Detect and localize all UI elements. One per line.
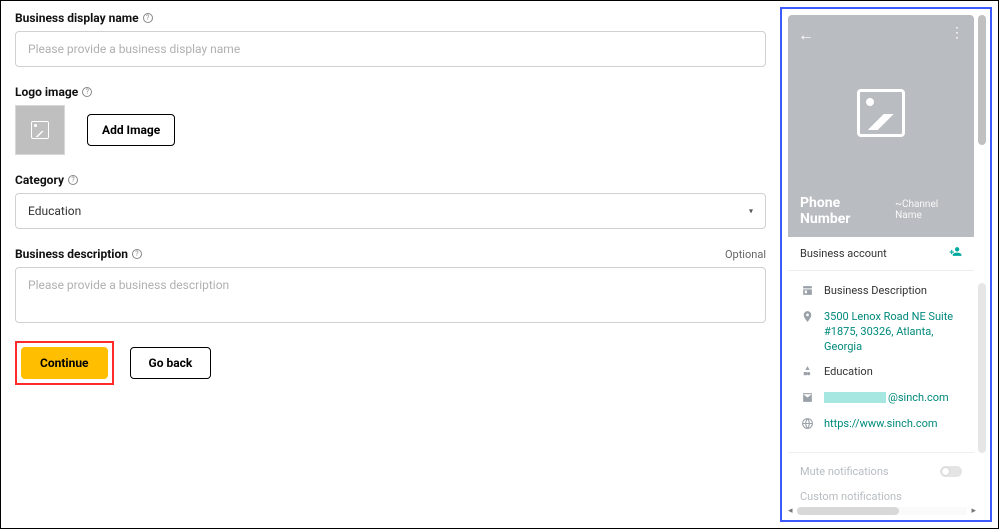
store-icon	[800, 284, 814, 300]
continue-highlight: Continue	[15, 341, 114, 385]
horizontal-scrollbar[interactable]: ◂ ▸	[788, 506, 976, 516]
preview-channel-name: ~Channel Name	[895, 199, 962, 221]
phone-header: ← ⋮ Phone Number ~Channel Name	[788, 15, 974, 237]
preview-pane: ← ⋮ Phone Number ~Channel Name Business …	[780, 7, 992, 522]
category-label: Category ?	[15, 173, 766, 187]
globe-icon	[800, 417, 814, 433]
preview-description-text: Business Description	[824, 284, 927, 299]
divider	[788, 452, 974, 453]
category-value: Education	[28, 204, 81, 218]
image-placeholder-icon	[31, 121, 49, 139]
business-account-label: Business account	[800, 247, 887, 260]
logo-label: Logo image ?	[15, 85, 766, 99]
phone-preview: ← ⋮ Phone Number ~Channel Name Business …	[788, 15, 974, 502]
preview-address-text[interactable]: 3500 Lenox Road NE Suite #1875, 30326, A…	[824, 310, 962, 355]
more-vertical-icon[interactable]: ⋮	[950, 25, 964, 41]
preview-category-text: Education	[824, 365, 873, 380]
email-icon	[800, 391, 814, 407]
optional-label: Optional	[725, 248, 766, 261]
help-icon[interactable]: ?	[68, 175, 78, 185]
back-arrow-icon[interactable]: ←	[798, 25, 814, 45]
mute-notifications-row[interactable]: Mute notifications	[788, 459, 974, 484]
display-name-label: Business display name ?	[15, 11, 766, 25]
go-back-button[interactable]: Go back	[130, 347, 212, 379]
preview-phone-number: Phone Number	[800, 195, 887, 227]
preview-email-row: @sinch.com	[788, 386, 974, 412]
preview-website-text[interactable]: https://www.sinch.com	[824, 417, 938, 432]
description-textarea[interactable]	[15, 267, 766, 323]
add-contact-icon[interactable]	[949, 245, 962, 262]
description-label: Business description ? Optional	[15, 247, 766, 261]
help-icon[interactable]: ?	[132, 249, 142, 259]
help-icon[interactable]: ?	[82, 87, 92, 97]
chevron-down-icon: ▾	[749, 207, 753, 216]
preview-website-row: https://www.sinch.com	[788, 412, 974, 438]
help-icon[interactable]: ?	[143, 13, 153, 23]
email-redacted	[824, 392, 886, 403]
category-icon	[800, 365, 814, 381]
business-account-row: Business account	[788, 237, 974, 271]
custom-notifications-row[interactable]: Custom notifications	[788, 484, 974, 502]
vertical-scrollbar[interactable]	[978, 15, 986, 500]
preview-address-row: 3500 Lenox Road NE Suite #1875, 30326, A…	[788, 305, 974, 360]
category-select[interactable]: Education ▾	[15, 193, 766, 229]
toggle-off-icon[interactable]	[940, 466, 962, 477]
continue-button[interactable]: Continue	[21, 347, 108, 379]
preview-category-row: Education	[788, 360, 974, 386]
logo-thumbnail	[15, 105, 65, 155]
preview-email-text[interactable]: @sinch.com	[824, 391, 949, 406]
scroll-left-icon[interactable]: ◂	[788, 506, 793, 516]
add-image-button[interactable]: Add Image	[87, 114, 175, 146]
scroll-right-icon[interactable]: ▸	[971, 506, 976, 516]
location-pin-icon	[800, 310, 814, 326]
preview-description-row: Business Description	[788, 279, 974, 305]
image-placeholder-icon	[857, 89, 905, 137]
display-name-input[interactable]	[15, 31, 766, 67]
